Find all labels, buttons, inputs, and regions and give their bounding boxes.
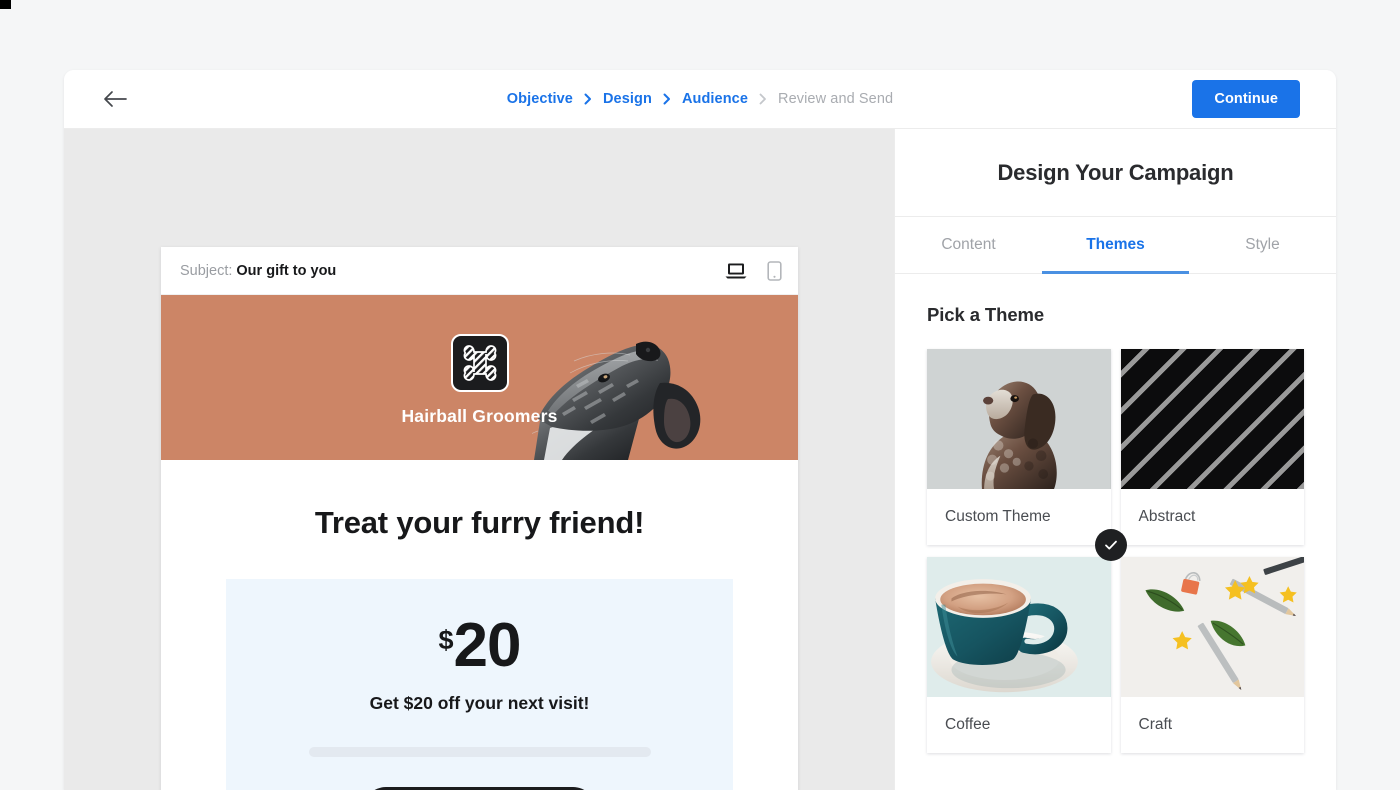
email-preview-card: Subject: Our gift to you Hairball Groome… <box>161 247 798 790</box>
dog-bone-icon <box>463 345 496 381</box>
email-preview-canvas: Subject: Our gift to you Hairball Groome… <box>64 129 894 790</box>
dog-portrait-photo <box>927 349 1111 489</box>
corner-marker <box>0 0 11 9</box>
app-body: Subject: Our gift to you Hairball Groome… <box>64 129 1336 790</box>
offer-box: $ 20 Get $20 off your next visit! CLICK … <box>226 579 733 790</box>
breadcrumb: Objective Design Audience Review and Sen… <box>64 91 1336 107</box>
subject-label: Subject: <box>180 262 233 279</box>
tab-content[interactable]: Content <box>895 217 1042 273</box>
brand-name: Hairball Groomers <box>401 406 558 426</box>
theme-label: Custom Theme <box>945 508 1051 525</box>
app-header: Objective Design Audience Review and Sen… <box>64 70 1336 129</box>
content-placeholder-bar <box>308 746 651 757</box>
theme-selected-badge <box>1094 529 1127 561</box>
theme-label: Craft <box>1138 716 1173 733</box>
theme-label: Abstract <box>1138 508 1196 525</box>
offer-subtext: Get $20 off your next visit! <box>369 692 590 713</box>
tab-themes[interactable]: Themes <box>1042 217 1189 274</box>
section-title-pick-a-theme: Pick a Theme <box>927 304 1045 325</box>
breadcrumb-item-design[interactable]: Design <box>603 91 652 107</box>
email-banner: Hairball Groomers <box>161 295 798 460</box>
continue-button[interactable]: Continue <box>1192 80 1300 118</box>
theme-label: Coffee <box>945 716 991 733</box>
mobile-view-icon[interactable] <box>767 260 782 281</box>
design-side-panel: Design Your Campaign Content Themes Styl… <box>894 129 1336 790</box>
tab-style[interactable]: Style <box>1189 217 1336 273</box>
theme-card-custom-theme[interactable]: Custom Theme <box>927 349 1127 561</box>
currency-symbol: $ <box>438 625 454 655</box>
pencils-leaves-stars-photo <box>1120 557 1304 697</box>
offer-price: $ 20 <box>226 611 733 680</box>
teal-coffee-cup-photo <box>927 557 1111 697</box>
theme-card-coffee[interactable]: Coffee <box>927 557 1111 753</box>
chevron-right-icon <box>582 93 594 105</box>
theme-card-abstract[interactable]: Abstract <box>1120 349 1304 545</box>
panel-content: Pick a Theme Custom Theme Abstract Coffe… <box>895 274 1336 790</box>
subject-value[interactable]: Our gift to you <box>236 263 336 279</box>
panel-title: Design Your Campaign <box>895 129 1336 217</box>
subject-bar: Subject: Our gift to you <box>161 247 798 295</box>
desktop-view-icon[interactable] <box>725 262 747 280</box>
app-window: Objective Design Audience Review and Sen… <box>64 70 1336 790</box>
breadcrumb-item-review-and-send[interactable]: Review and Send <box>778 91 893 107</box>
panel-tabs: Content Themes Style <box>895 217 1336 274</box>
brand-logo <box>450 334 509 392</box>
chevron-right-icon <box>757 93 769 105</box>
price-amount: 20 <box>453 611 522 680</box>
theme-grid: Custom Theme Abstract Coffee Craft <box>927 349 1304 753</box>
brand-block: Hairball Groomers <box>161 334 798 427</box>
email-headline: Treat your furry friend! <box>314 505 645 540</box>
view-mode-toggles <box>725 260 782 281</box>
chevron-right-icon <box>661 93 673 105</box>
breadcrumb-item-audience[interactable]: Audience <box>682 91 748 107</box>
breadcrumb-item-objective[interactable]: Objective <box>507 91 573 107</box>
check-icon <box>1104 540 1117 550</box>
black-diagonal-stripes <box>1120 349 1304 489</box>
theme-card-craft[interactable]: Craft <box>1120 557 1304 753</box>
